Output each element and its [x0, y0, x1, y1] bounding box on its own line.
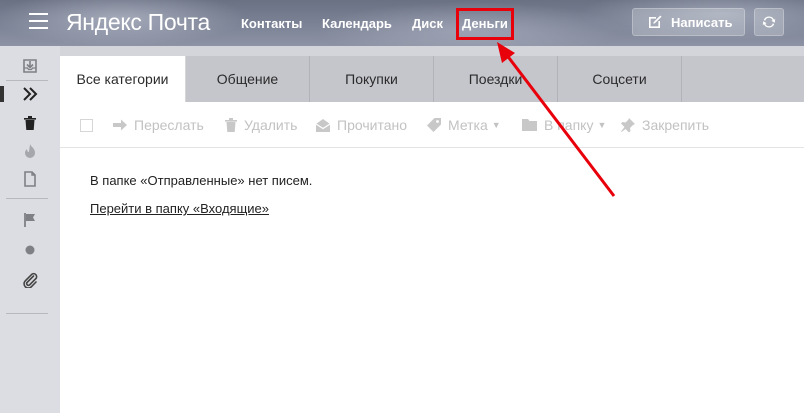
- go-to-inbox-link[interactable]: Перейти в папку «Входящие»: [90, 201, 269, 216]
- label-label: Метка: [448, 117, 488, 133]
- envelope-open-icon: [315, 118, 331, 132]
- message-toolbar: Переслать Удалить Прочитано Метка ▼ В па…: [60, 102, 804, 148]
- folder-icon: [522, 119, 537, 131]
- category-tabs: Все категории Общение Покупки Поездки Со…: [60, 56, 804, 102]
- empty-folder-message: В папке «Отправленные» нет писем.: [90, 173, 313, 188]
- sidebar-divider: [6, 80, 48, 81]
- drafts-icon[interactable]: [20, 169, 40, 189]
- header: Яндекс Почта Контакты Календарь Диск Ден…: [0, 0, 804, 46]
- tab-travel[interactable]: Поездки: [434, 56, 558, 102]
- compose-button[interactable]: Написать: [632, 8, 745, 36]
- sidebar-divider: [6, 198, 48, 199]
- unread-dot-icon[interactable]: [20, 240, 40, 260]
- move-to-folder-dropdown[interactable]: В папку ▼: [521, 102, 606, 148]
- forward-button[interactable]: Переслать: [112, 102, 204, 148]
- tag-icon: [427, 118, 441, 132]
- logo-yandex: Яндекс: [66, 9, 142, 35]
- tab-shopping[interactable]: Покупки: [310, 56, 434, 102]
- compose-label: Написать: [671, 14, 733, 30]
- active-folder-marker: [0, 86, 4, 102]
- nav-contacts[interactable]: Контакты: [241, 16, 302, 31]
- folder-label: В папку: [544, 117, 594, 133]
- mark-read-button[interactable]: Прочитано: [315, 102, 407, 148]
- forward-label: Переслать: [134, 117, 204, 133]
- delete-button[interactable]: Удалить: [224, 102, 297, 148]
- pin-label: Закрепить: [642, 117, 710, 133]
- tab-social[interactable]: Общение: [186, 56, 310, 102]
- flag-icon[interactable]: [20, 210, 40, 230]
- pin-icon: [621, 118, 635, 133]
- compose-icon: [649, 15, 662, 28]
- message-list-area: В папке «Отправленные» нет писем. Перейт…: [60, 148, 804, 413]
- refresh-button[interactable]: [754, 8, 784, 36]
- trash-icon[interactable]: [20, 113, 40, 133]
- mark-read-label: Прочитано: [337, 117, 407, 133]
- folder-sidebar: [0, 46, 60, 413]
- inbox-icon[interactable]: [20, 56, 40, 76]
- chevron-down-icon: ▼: [597, 120, 607, 130]
- tab-social-networks[interactable]: Соцсети: [558, 56, 682, 102]
- spam-icon[interactable]: [20, 141, 40, 161]
- tab-all-categories[interactable]: Все категории: [60, 56, 186, 102]
- logo-pochta: Почта: [147, 9, 211, 35]
- trash-icon: [225, 118, 237, 132]
- forward-icon: [113, 119, 127, 131]
- menu-icon[interactable]: [29, 13, 48, 31]
- sidebar-divider: [6, 313, 48, 314]
- refresh-icon: [762, 16, 776, 28]
- nav-disk[interactable]: Диск: [412, 16, 443, 31]
- tabs-top-strip: [60, 46, 804, 56]
- annotation-highlight-box: [456, 8, 514, 40]
- nav-calendar[interactable]: Календарь: [322, 16, 392, 31]
- chevron-down-icon: ▼: [491, 120, 501, 130]
- delete-label: Удалить: [244, 117, 298, 133]
- label-dropdown[interactable]: Метка ▼: [426, 102, 501, 148]
- attachment-icon[interactable]: [20, 270, 40, 290]
- pin-button[interactable]: Закрепить: [620, 102, 709, 148]
- select-all-checkbox[interactable]: [80, 119, 93, 132]
- sent-icon[interactable]: [20, 84, 40, 104]
- logo[interactable]: Яндекс Почта: [66, 9, 210, 36]
